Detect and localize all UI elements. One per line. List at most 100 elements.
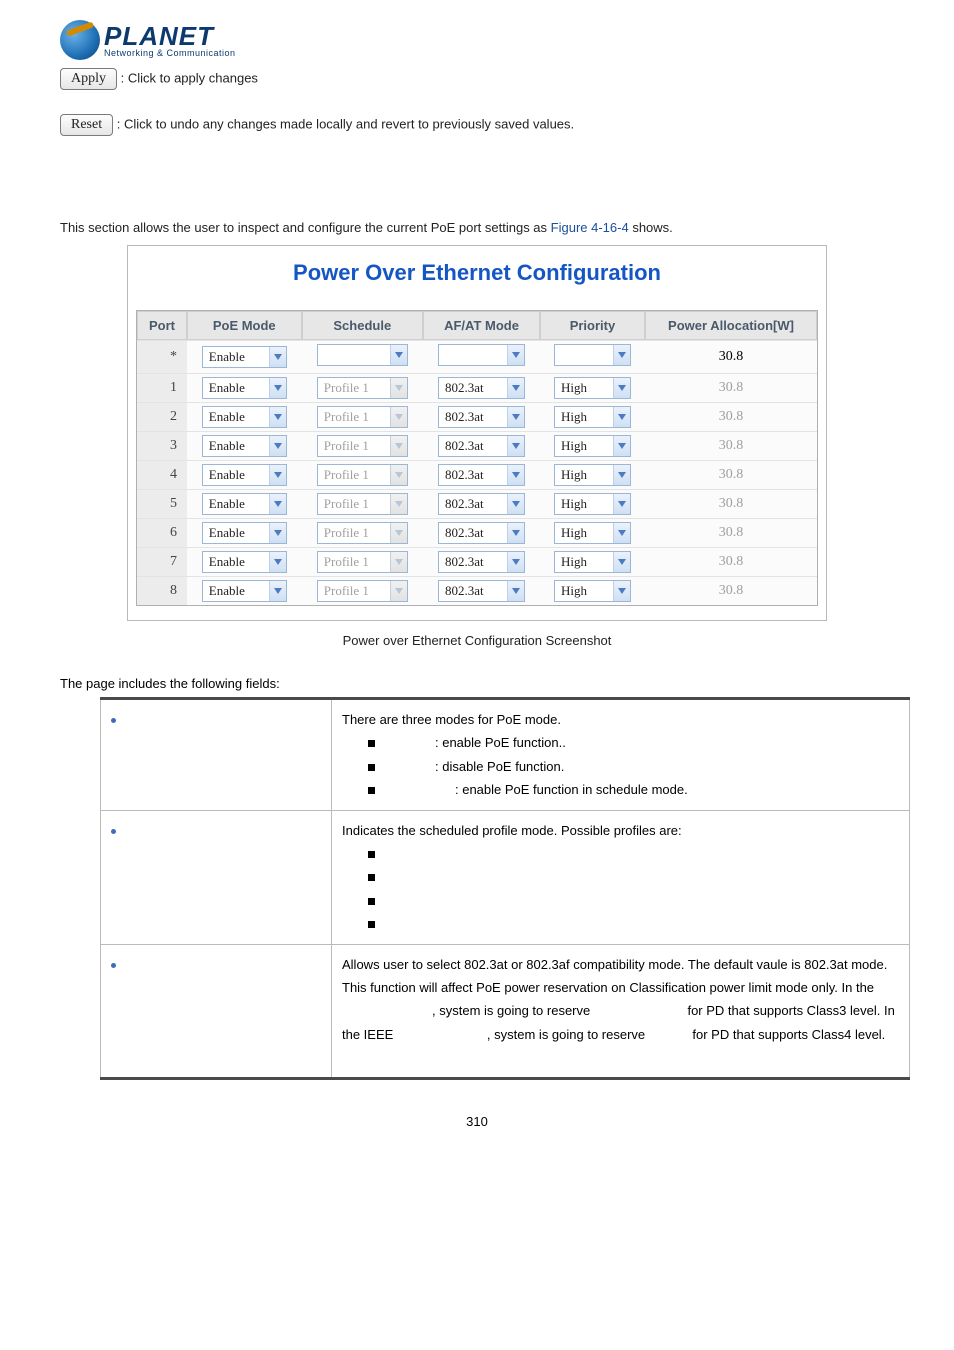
brand-logo: PLANET Networking & Communication — [60, 20, 894, 60]
schedule-select[interactable]: Profile 1 — [317, 493, 408, 515]
object-cell — [101, 810, 332, 944]
square-bullet-icon — [368, 787, 375, 794]
chevron-down-icon — [269, 494, 286, 514]
afat-mode-select[interactable]: 802.3at — [438, 493, 525, 515]
chevron-down-icon — [269, 407, 286, 427]
schedule-select[interactable]: Profile 1 — [317, 435, 408, 457]
poe-mode-select[interactable]: Enable — [202, 435, 287, 457]
priority-select[interactable]: High — [554, 522, 631, 544]
bullet-icon — [111, 718, 116, 723]
chevron-down-icon — [613, 552, 630, 572]
fields-description-table: There are three modes for PoE mode. : en… — [100, 697, 910, 1080]
table-row: Allows user to select 802.3at or 802.3af… — [101, 944, 910, 1079]
afat-mode-select[interactable] — [438, 344, 525, 366]
priority-select[interactable]: High — [554, 377, 631, 399]
poe-mode-select[interactable]: Enable — [202, 406, 287, 428]
table-row: * Enable 30.8 — [137, 340, 817, 373]
afat-mode-select[interactable]: 802.3at — [438, 377, 525, 399]
poe-mode-select[interactable]: Enable — [202, 580, 287, 602]
schedule-select[interactable]: Profile 1 — [317, 522, 408, 544]
apply-button[interactable]: Apply — [60, 68, 117, 90]
col-port: Port — [137, 311, 187, 340]
chevron-down-icon — [390, 407, 407, 427]
chevron-down-icon — [613, 436, 630, 456]
power-allocation-cell: 30.8 — [645, 489, 817, 518]
chevron-down-icon — [613, 465, 630, 485]
bullet-icon — [111, 829, 116, 834]
table-row: 1EnableProfile 1802.3atHigh30.8 — [137, 373, 817, 402]
col-priority: Priority — [540, 311, 645, 340]
priority-select[interactable]: High — [554, 580, 631, 602]
schedule-select[interactable]: Profile 1 — [317, 464, 408, 486]
power-allocation-cell: 30.8 — [645, 340, 817, 373]
schedule-select[interactable]: Profile 1 — [317, 580, 408, 602]
chevron-down-icon — [269, 436, 286, 456]
port-cell: 1 — [137, 373, 187, 402]
afat-mode-select[interactable]: 802.3at — [438, 435, 525, 457]
port-cell: 3 — [137, 431, 187, 460]
chevron-down-icon — [390, 581, 407, 601]
poe-mode-select[interactable]: Enable — [202, 377, 287, 399]
schedule-select[interactable]: Profile 1 — [317, 377, 408, 399]
figure-reference: Figure 4-16-4 — [551, 220, 629, 235]
chevron-down-icon — [390, 436, 407, 456]
chevron-down-icon — [507, 523, 524, 543]
priority-select[interactable] — [554, 344, 631, 366]
table-row: There are three modes for PoE mode. : en… — [101, 699, 910, 811]
chevron-down-icon — [269, 378, 286, 398]
poe-mode-select[interactable]: Enable — [202, 464, 287, 486]
reset-help-line: Reset : Click to undo any changes made l… — [60, 114, 894, 136]
chevron-down-icon — [507, 494, 524, 514]
chevron-down-icon — [269, 581, 286, 601]
chevron-down-icon — [507, 552, 524, 572]
schedule-select[interactable] — [317, 344, 408, 366]
power-allocation-cell: 30.8 — [645, 460, 817, 489]
poe-mode-select[interactable]: Enable — [202, 346, 287, 368]
port-cell: * — [137, 340, 187, 373]
table-row: 8EnableProfile 1802.3atHigh30.8 — [137, 576, 817, 605]
reset-button[interactable]: Reset — [60, 114, 113, 136]
afat-mode-select[interactable]: 802.3at — [438, 580, 525, 602]
poe-mode-select[interactable]: Enable — [202, 522, 287, 544]
chevron-down-icon — [613, 345, 630, 365]
col-power-allocation: Power Allocation[W] — [645, 311, 817, 340]
chevron-down-icon — [390, 378, 407, 398]
reset-help-text: : Click to undo any changes made locally… — [117, 116, 574, 131]
description-cell: There are three modes for PoE mode. : en… — [332, 699, 910, 811]
chevron-down-icon — [507, 436, 524, 456]
table-row: 5EnableProfile 1802.3atHigh30.8 — [137, 489, 817, 518]
table-row: 2EnableProfile 1802.3atHigh30.8 — [137, 402, 817, 431]
afat-mode-select[interactable]: 802.3at — [438, 464, 525, 486]
section-intro: This section allows the user to inspect … — [60, 220, 894, 235]
square-bullet-icon — [368, 740, 375, 747]
schedule-select[interactable]: Profile 1 — [317, 551, 408, 573]
table-row: 4 Enable Profile 1 802.3at High 30.8 — [137, 460, 817, 489]
power-allocation-cell: 30.8 — [645, 402, 817, 431]
priority-select[interactable]: High — [554, 493, 631, 515]
description-cell: Allows user to select 802.3at or 802.3af… — [332, 944, 910, 1079]
port-cell: 4 — [137, 460, 187, 489]
afat-mode-select[interactable]: 802.3at — [438, 406, 525, 428]
table-row: 6EnableProfile 1802.3atHigh30.8 — [137, 518, 817, 547]
schedule-select[interactable]: Profile 1 — [317, 406, 408, 428]
table-row: 7EnableProfile 1802.3atHigh30.8 — [137, 547, 817, 576]
chevron-down-icon — [390, 465, 407, 485]
afat-mode-select[interactable]: 802.3at — [438, 551, 525, 573]
screenshot-title: Power Over Ethernet Configuration — [136, 260, 818, 286]
chevron-down-icon — [507, 465, 524, 485]
col-afat-mode: AF/AT Mode — [423, 311, 540, 340]
afat-mode-select[interactable]: 802.3at — [438, 522, 525, 544]
priority-select[interactable]: High — [554, 551, 631, 573]
apply-help-text: : Click to apply changes — [121, 70, 258, 85]
screenshot-caption: Power over Ethernet Configuration Screen… — [60, 633, 894, 648]
chevron-down-icon — [613, 407, 630, 427]
poe-mode-select[interactable]: Enable — [202, 493, 287, 515]
chevron-down-icon — [269, 347, 286, 367]
priority-select[interactable]: High — [554, 435, 631, 457]
priority-select[interactable]: High — [554, 406, 631, 428]
priority-select[interactable]: High — [554, 464, 631, 486]
chevron-down-icon — [507, 378, 524, 398]
chevron-down-icon — [390, 523, 407, 543]
poe-mode-select[interactable]: Enable — [202, 551, 287, 573]
fields-intro: The page includes the following fields: — [60, 676, 894, 691]
